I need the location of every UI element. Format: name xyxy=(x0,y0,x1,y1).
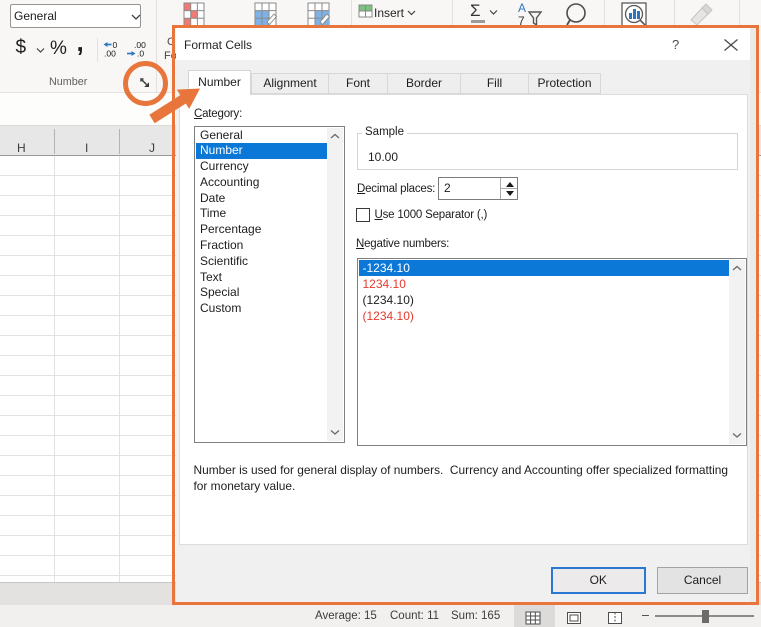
svg-text:A: A xyxy=(518,1,526,15)
svg-text:.00: .00 xyxy=(104,49,116,59)
svg-text:.0: .0 xyxy=(137,49,144,59)
